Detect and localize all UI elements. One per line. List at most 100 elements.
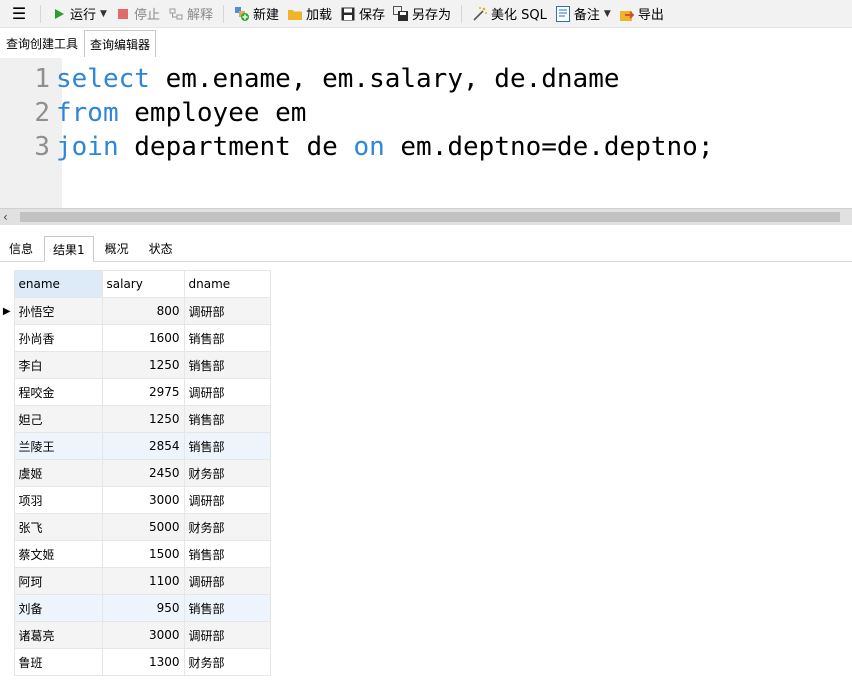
cell-dname[interactable]: 销售部 [183,540,271,568]
tab-status[interactable]: 状态 [140,235,182,261]
chevron-down-icon[interactable]: ▼ [604,9,611,19]
chevron-down-icon[interactable]: ▼ [100,9,107,19]
load-label: 加载 [305,8,332,23]
cell-salary[interactable]: 1600 [101,324,185,352]
cell-ename[interactable]: 张飞 [13,513,103,541]
cell-salary[interactable]: 1100 [101,567,185,595]
new-label: 新建 [252,8,279,23]
cell-salary[interactable]: 5000 [101,513,185,541]
table-row[interactable]: 虞姬 2450 财务部 [0,459,271,487]
column-header-dname[interactable]: dname [183,270,271,298]
cell-salary[interactable]: 1250 [101,351,185,379]
cell-dname[interactable]: 销售部 [183,594,271,622]
table-row[interactable]: 兰陵王 2854 销售部 [0,432,271,460]
cell-ename[interactable]: 诸葛亮 [13,621,103,649]
new-button[interactable]: 新建 [230,2,283,26]
cell-dname[interactable]: 销售部 [183,432,271,460]
save-as-button[interactable]: 另存为 [389,2,455,26]
cell-dname[interactable]: 销售部 [183,405,271,433]
cell-salary[interactable]: 3000 [101,621,185,649]
run-button[interactable]: 运行 ▼ [47,2,111,26]
save-button[interactable]: 保存 [336,2,389,26]
cell-ename[interactable]: 阿珂 [13,567,103,595]
tab-query-editor[interactable]: 查询编辑器 [84,30,157,57]
save-as-icon [393,5,409,22]
cell-salary[interactable]: 1500 [101,540,185,568]
table-row[interactable]: 李白 1250 销售部 [0,351,271,379]
cell-dname[interactable]: 调研部 [183,621,271,649]
code-line[interactable]: 1 select em.ename, em.salary, de.dname [0,62,619,96]
load-button[interactable]: 加载 [283,2,336,26]
cell-ename[interactable]: 妲己 [13,405,103,433]
table-row[interactable]: 张飞 5000 财务部 [0,513,271,541]
cell-ename[interactable]: 兰陵王 [13,432,103,460]
row-indicator [0,487,14,514]
note-icon [555,5,571,22]
cell-dname[interactable]: 调研部 [183,297,271,325]
cell-dname[interactable]: 财务部 [183,459,271,487]
cell-ename[interactable]: 李白 [13,351,103,379]
cell-ename[interactable]: 程咬金 [13,378,103,406]
stop-button[interactable]: 停止 [111,2,164,26]
cell-ename[interactable]: 刘备 [13,594,103,622]
cell-salary[interactable]: 1300 [101,648,185,676]
row-indicator [0,622,14,649]
code-line[interactable]: 3 join department de on em.deptno=de.dept… [0,130,713,164]
toolbar-divider [461,4,463,23]
table-row[interactable]: 妲己 1250 销售部 [0,405,271,433]
tab-info[interactable]: 信息 [0,235,42,261]
cell-salary[interactable]: 2450 [101,459,185,487]
row-indicator-header [0,270,14,298]
tab-result-1[interactable]: 结果1 [44,236,94,262]
column-header-ename[interactable]: ename [13,270,103,298]
menu-button[interactable]: ☰ [4,2,34,26]
table-row[interactable]: 阿珂 1100 调研部 [0,567,271,595]
note-button[interactable]: 备注 ▼ [551,2,615,26]
scrollbar-thumb[interactable] [20,212,840,222]
sql-editor[interactable]: 1 select em.ename, em.salary, de.dname 2 fr… [0,58,852,208]
cell-dname[interactable]: 调研部 [183,378,271,406]
cell-ename[interactable]: 孙尚香 [13,324,103,352]
cell-salary[interactable]: 2975 [101,378,185,406]
table-row[interactable]: 诸葛亮 3000 调研部 [0,621,271,649]
cell-ename[interactable]: 鲁班 [13,648,103,676]
beautify-sql-button[interactable]: 美化 SQL [468,2,551,26]
sql-keyword: on [353,132,385,162]
cell-ename[interactable]: 虞姬 [13,459,103,487]
cell-dname[interactable]: 销售部 [183,351,271,379]
play-icon [51,6,67,22]
sql-text: department de [118,132,354,162]
tab-profile[interactable]: 概况 [96,235,138,261]
horizontal-scrollbar[interactable]: ‹ [0,208,852,225]
table-row[interactable]: 项羽 3000 调研部 [0,486,271,514]
code-line[interactable]: 2 from employee em [0,96,306,130]
cell-salary[interactable]: 800 [101,297,185,325]
table-row[interactable]: 鲁班 1300 财务部 [0,648,271,676]
toolbar-divider [222,4,224,23]
table-row[interactable]: 程咬金 2975 调研部 [0,378,271,406]
cell-dname[interactable]: 调研部 [183,567,271,595]
row-indicator [0,595,14,622]
table-row[interactable]: ▶ 孙悟空 800 调研部 [0,297,271,325]
cell-ename[interactable]: 孙悟空 [13,297,103,325]
cell-dname[interactable]: 财务部 [183,513,271,541]
cell-salary[interactable]: 950 [101,594,185,622]
sql-keyword: from [56,98,119,128]
explain-button[interactable]: 解释 [164,2,217,26]
cell-dname[interactable]: 财务部 [183,648,271,676]
cell-ename[interactable]: 项羽 [13,486,103,514]
editor-tab-bar: 查询创建工具 查询编辑器 [0,30,157,57]
cell-dname[interactable]: 调研部 [183,486,271,514]
cell-dname[interactable]: 销售部 [183,324,271,352]
column-header-salary[interactable]: salary [101,270,185,298]
scroll-left-icon[interactable]: ‹ [3,209,8,226]
table-row[interactable]: 蔡文姬 1500 销售部 [0,540,271,568]
table-row[interactable]: 刘备 950 销售部 [0,594,271,622]
cell-salary[interactable]: 1250 [101,405,185,433]
cell-salary[interactable]: 3000 [101,486,185,514]
cell-salary[interactable]: 2854 [101,432,185,460]
table-row[interactable]: 孙尚香 1600 销售部 [0,324,271,352]
cell-ename[interactable]: 蔡文姬 [13,540,103,568]
export-button[interactable]: 导出 [615,2,668,26]
tab-query-builder[interactable]: 查询创建工具 [0,30,84,57]
